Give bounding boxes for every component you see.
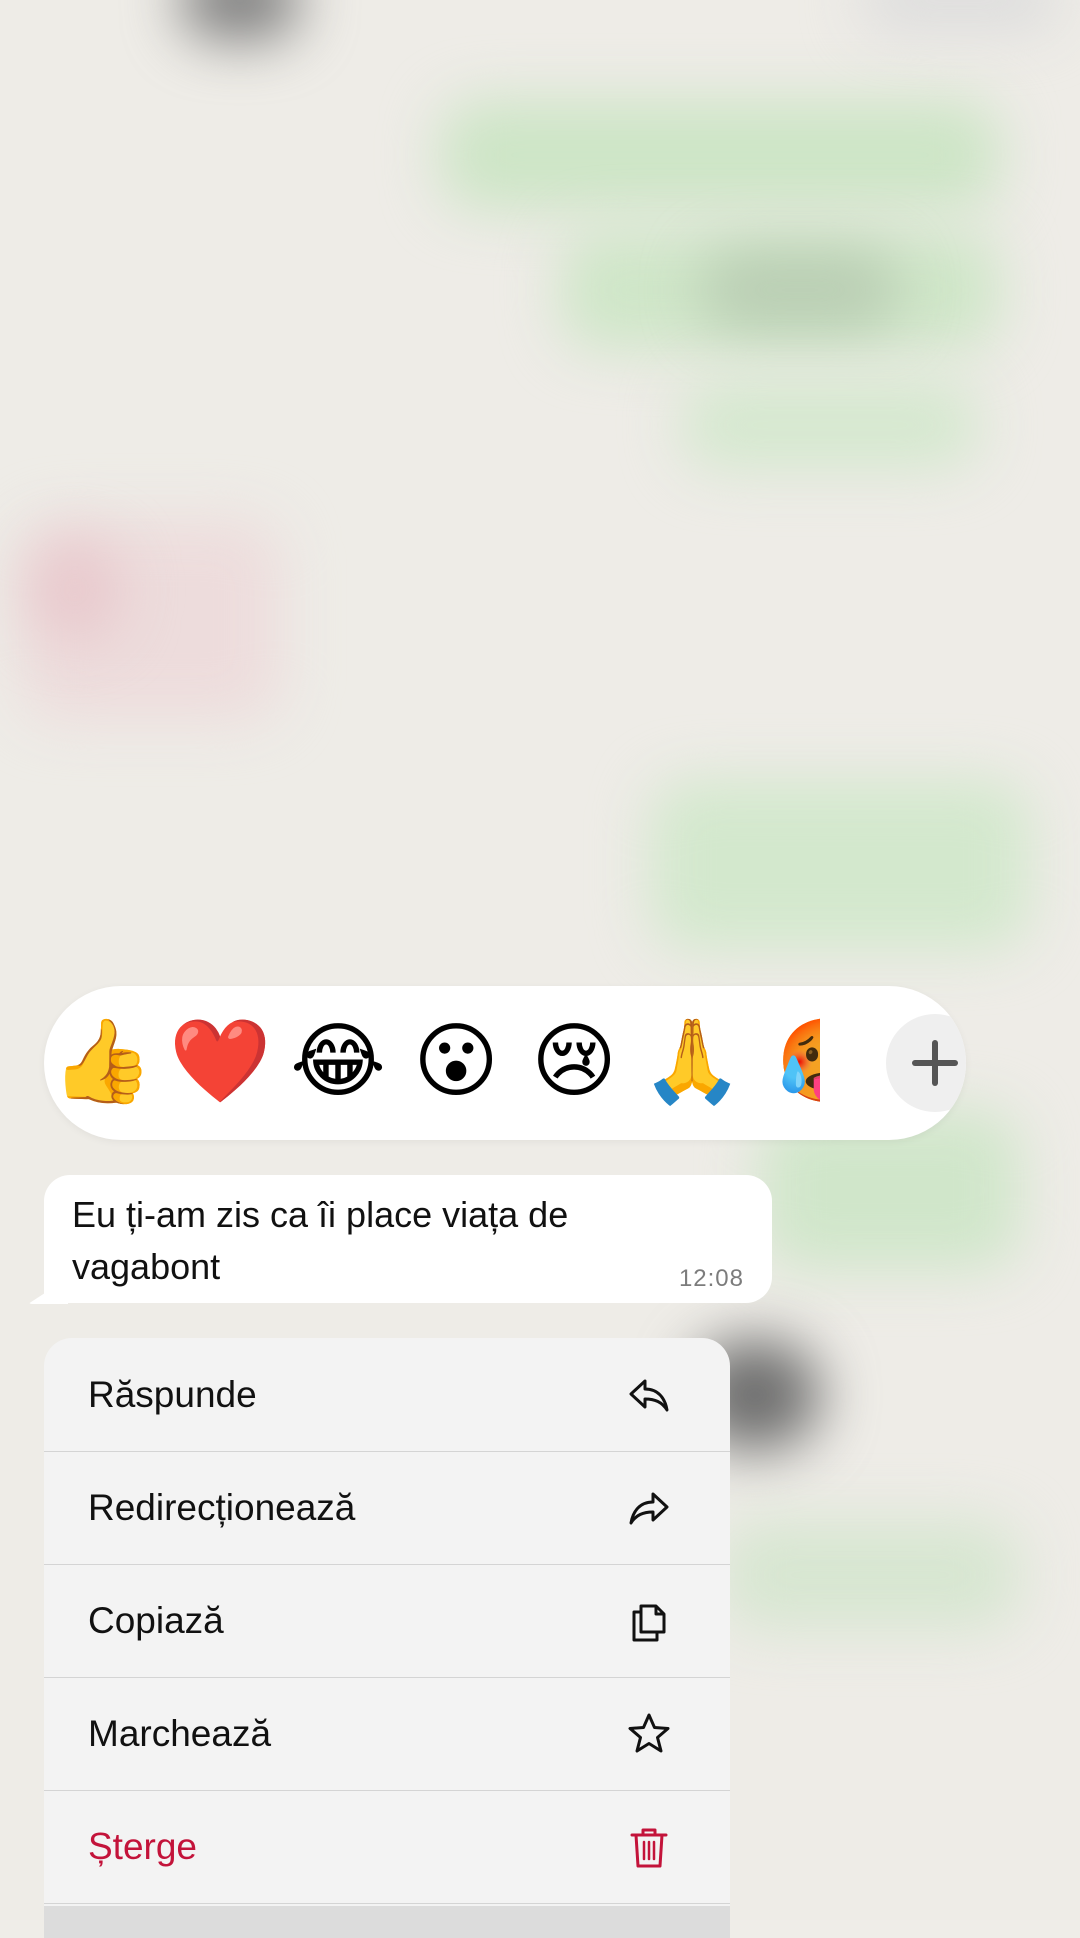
laughing-tears-reaction[interactable]: 😂 [282,1006,394,1118]
more-reactions-button[interactable] [886,1014,966,1112]
thumbs-up-reaction[interactable]: 👍 [46,1006,158,1118]
message-context-menu: Răspunde Redirecționează Copiază Marchea… [44,1338,730,1938]
surprised-reaction[interactable]: 😮 [400,1006,512,1118]
reply-icon [629,1379,669,1412]
trash-icon [630,1828,668,1868]
praying-hands-reaction[interactable]: 🙏 [636,1006,748,1118]
menu-item-copy[interactable]: Copiază [44,1564,730,1678]
menu-item-label: Redirecționează [88,1487,356,1528]
menu-item-label: Răspunde [88,1374,257,1415]
heart-reaction[interactable]: ❤️ [164,1006,276,1118]
reaction-bar: 👍 ❤️ 😂 😮 😢 🙏 🥵 [44,986,966,1140]
menu-item-label: Marchează [88,1713,272,1754]
menu-item-star[interactable]: Marchează [44,1677,730,1791]
menu-item-forward[interactable]: Redirecționează [44,1451,730,1565]
message-time: 12:08 [678,1265,744,1292]
menu-item-label: Copiază [88,1600,224,1641]
message-bubble[interactable]: Eu ți-am zis ca îi place viața de vagabo… [44,1175,772,1303]
message-text: Eu ți-am zis ca îi place viața de vagabo… [72,1194,569,1287]
star-icon [628,1713,670,1753]
forward-icon [629,1492,669,1525]
hot-face-reaction[interactable]: 🥵 [776,1006,820,1118]
menu-item-delete[interactable]: Șterge [44,1790,730,1904]
crying-reaction[interactable]: 😢 [518,1006,630,1118]
menu-bottom-divider [44,1906,730,1938]
copy-icon [632,1604,666,1642]
menu-item-reply[interactable]: Răspunde [44,1338,730,1452]
menu-item-label: Șterge [88,1826,198,1867]
